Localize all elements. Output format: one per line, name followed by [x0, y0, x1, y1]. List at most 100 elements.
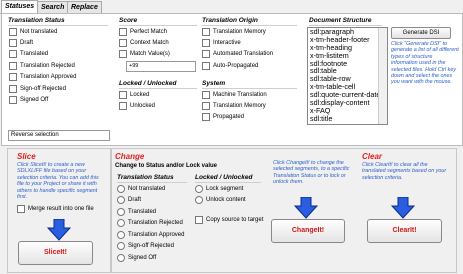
checkbox-box[interactable] [9, 61, 17, 70]
checkbox-box[interactable] [119, 101, 127, 110]
checkbox-label: Draft [20, 39, 34, 46]
radio-circle[interactable] [117, 253, 125, 262]
checkbox-label: Automated Translation [213, 50, 274, 57]
radio-translation-rejected[interactable]: Translation Rejected [117, 218, 183, 227]
checkbox-origin-tm[interactable]: Translation Memory [202, 27, 266, 36]
checkbox-system-propagated[interactable]: Propagated [202, 112, 244, 121]
radio-signoff-rejected[interactable]: Sign-off Rejected [117, 241, 174, 250]
tab-replace[interactable]: Replace [67, 1, 102, 13]
radio-circle[interactable] [117, 230, 125, 239]
radio-label: Translation Approved [128, 231, 185, 238]
checkbox-translation-approved[interactable]: Translation Approved [9, 72, 76, 81]
clearit-button[interactable]: ClearIt! [367, 219, 442, 243]
reverse-selection-button[interactable]: Reverse selection [8, 130, 110, 141]
checkbox-box[interactable] [202, 49, 210, 58]
radio-circle[interactable] [195, 184, 203, 193]
checkbox-system-mt[interactable]: Machine Translation [202, 90, 267, 99]
radio-not-translated[interactable]: Not translated [117, 184, 165, 193]
checkbox-label: Unlocked [130, 102, 156, 109]
checkbox-translation-rejected[interactable]: Translation Rejected [9, 61, 75, 70]
checkbox-label: Translated [20, 50, 49, 57]
radio-circle[interactable] [117, 184, 125, 193]
radio-circle[interactable] [117, 195, 125, 204]
sliceit-button[interactable]: SliceIt! [18, 241, 93, 265]
checkbox-origin-autopropagated[interactable]: Auto-Propagated [202, 61, 258, 70]
checkbox-signoff-rejected[interactable]: Sign-off Rejected [9, 84, 66, 93]
radio-translated[interactable]: Translated [117, 207, 156, 216]
slice-title: Slice [17, 152, 36, 161]
checkbox-copy-source[interactable]: Copy source to target [195, 215, 263, 224]
radio-translation-approved[interactable]: Translation Approved [117, 230, 184, 239]
checkbox-label: Translation Memory [213, 102, 266, 109]
checkbox-locked[interactable]: Locked [119, 90, 149, 99]
tab-statuses[interactable]: Statuses [1, 0, 39, 14]
checkbox-box[interactable] [17, 204, 25, 213]
checkbox-origin-automated[interactable]: Automated Translation [202, 49, 273, 58]
checkbox-box[interactable] [119, 27, 127, 36]
checkbox-box[interactable] [9, 95, 17, 104]
radio-label: Signed Off [128, 254, 157, 261]
checkbox-box[interactable] [119, 38, 127, 47]
checkbox-box[interactable] [119, 90, 127, 99]
checkbox-label: Merge result into one file [28, 205, 94, 212]
checkbox-match-values[interactable]: Match Value(s) [119, 49, 170, 58]
generate-dsi-button[interactable]: Generate DSI [391, 27, 451, 39]
checkbox-label: Translation Approved [20, 73, 77, 80]
checkbox-label: Locked [130, 91, 150, 98]
radio-label: Translated [128, 208, 157, 215]
checkbox-box[interactable] [9, 49, 17, 58]
checkbox-label: Copy source to target [206, 216, 264, 223]
radio-circle[interactable] [195, 195, 203, 204]
checkbox-system-tm[interactable]: Translation Memory [202, 101, 266, 110]
radio-circle[interactable] [117, 241, 125, 250]
tab-search[interactable]: Search [37, 1, 69, 13]
change-lock-title: Locked / Unlocked [195, 174, 253, 181]
changeit-button[interactable]: ChangeIt! [271, 219, 345, 243]
checkbox-not-translated[interactable]: Not translated [9, 27, 57, 36]
checkbox-box[interactable] [9, 38, 17, 47]
checkbox-label: Machine Translation [213, 91, 267, 98]
checkbox-context-match[interactable]: Context Match [119, 38, 169, 47]
checkbox-signed-off[interactable]: Signed Off [9, 95, 48, 104]
radio-lock-segment[interactable]: Lock segment [195, 184, 243, 193]
radio-draft[interactable]: Draft [117, 195, 141, 204]
checkbox-merge-result[interactable]: Merge result into one file [17, 204, 94, 213]
radio-unlock-content[interactable]: Unlock content [195, 195, 246, 204]
radio-label: Lock segment [206, 185, 244, 192]
checkbox-box[interactable] [9, 84, 17, 93]
radio-circle[interactable] [117, 207, 125, 216]
system-title: System [202, 80, 226, 87]
slice-hint: Click SliceIt! to create a new SDLXLIFF … [17, 162, 99, 201]
translation-status-title: Translation Status [8, 17, 65, 24]
checkbox-perfect-match[interactable]: Perfect Match [119, 27, 167, 36]
checkbox-draft[interactable]: Draft [9, 38, 33, 47]
list-item[interactable]: sdl:title [308, 114, 387, 123]
checkbox-box[interactable] [202, 27, 210, 36]
radio-label: Not translated [128, 185, 166, 192]
checkbox-box[interactable] [202, 112, 210, 121]
checkbox-box[interactable] [202, 38, 210, 47]
checkbox-box[interactable] [9, 27, 17, 36]
change-subtitle: Change to Status and/or Lock value [115, 163, 218, 169]
checkbox-box[interactable] [195, 215, 203, 224]
checkbox-box[interactable] [202, 101, 210, 110]
checkbox-box[interactable] [202, 90, 210, 99]
checkbox-box[interactable] [202, 61, 210, 70]
checkbox-translated[interactable]: Translated [9, 49, 48, 58]
checkbox-box[interactable] [119, 49, 127, 58]
locked-unlocked-title: Locked / Unlocked [119, 80, 177, 87]
change-status-title: Translation Status [117, 174, 174, 181]
list-scrollbar[interactable] [378, 28, 387, 124]
radio-signed-off[interactable]: Signed Off [117, 253, 156, 262]
document-structure-list[interactable]: sdl:paragraph x-tm-header-footer x-tm-he… [307, 27, 388, 125]
checkbox-origin-interactive[interactable]: Interactive [202, 38, 241, 47]
match-value-input[interactable]: +99 [126, 61, 196, 72]
checkbox-label: Match Value(s) [130, 50, 170, 57]
radio-label: Translation Rejected [128, 219, 183, 226]
document-structure-title: Document Structure [309, 17, 372, 24]
checkbox-unlocked[interactable]: Unlocked [119, 101, 155, 110]
radio-circle[interactable] [117, 218, 125, 227]
statuses-panel: Translation Status Not translated Draft … [1, 13, 463, 146]
checkbox-box[interactable] [9, 72, 17, 81]
clear-arrow-icon [391, 197, 415, 219]
